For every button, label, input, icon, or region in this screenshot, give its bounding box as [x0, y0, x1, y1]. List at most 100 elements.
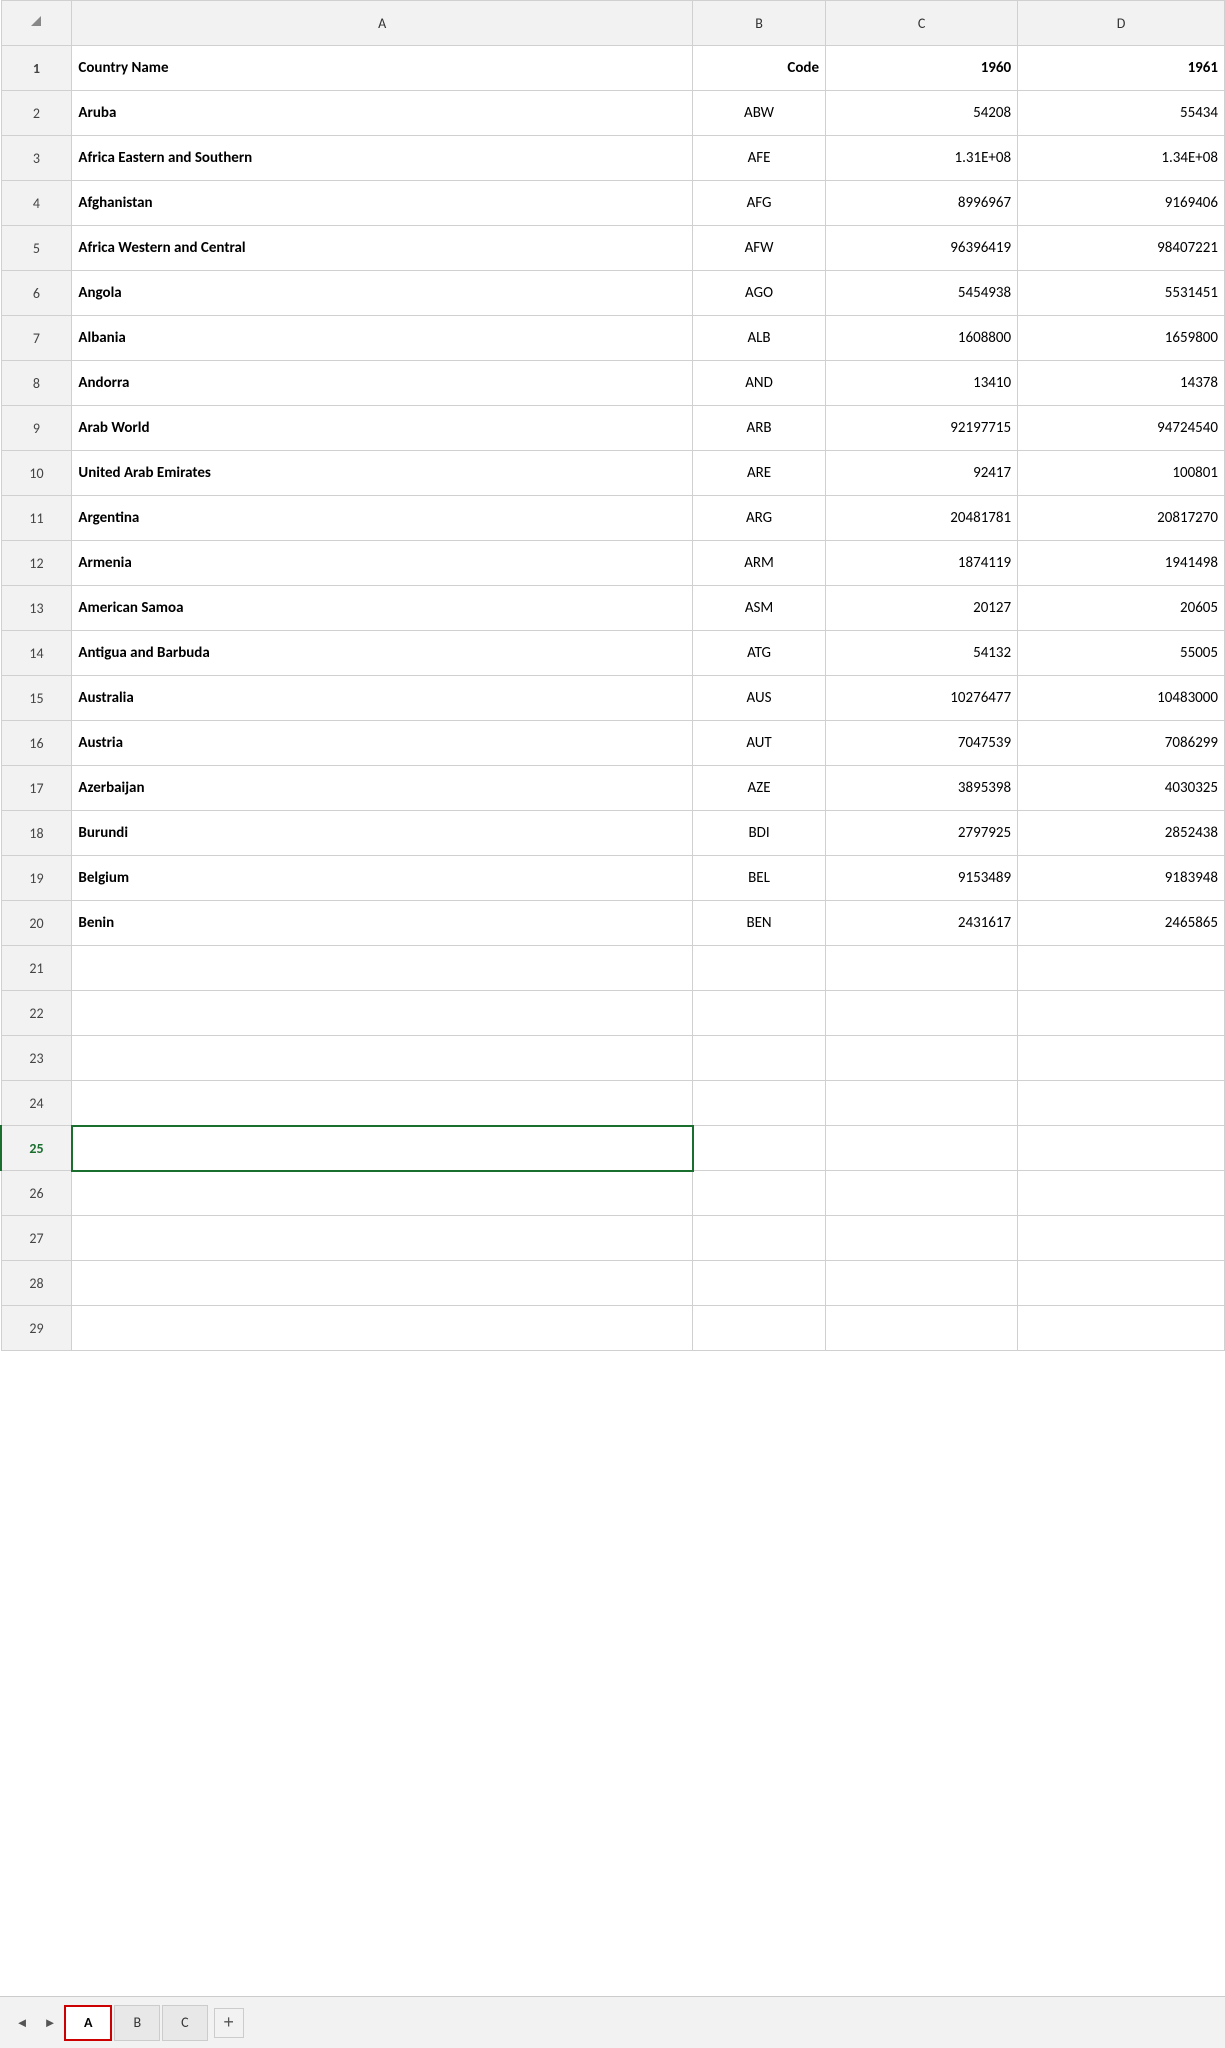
empty-cell-24-2[interactable]	[693, 1081, 826, 1126]
cell-d-20[interactable]: 2465865	[1018, 901, 1225, 946]
cell-c-3[interactable]: 1.31E+08	[826, 136, 1018, 181]
cell-b-15[interactable]: AUS	[693, 676, 826, 721]
cell-a-4[interactable]: Afghanistan	[72, 181, 693, 226]
cell-d-5[interactable]: 98407221	[1018, 226, 1225, 271]
empty-cell-21-4[interactable]	[1018, 946, 1225, 991]
empty-cell-29-1[interactable]	[72, 1306, 693, 1351]
cell-d-6[interactable]: 5531451	[1018, 271, 1225, 316]
cell-a-11[interactable]: Argentina	[72, 496, 693, 541]
cell-d-16[interactable]: 7086299	[1018, 721, 1225, 766]
empty-cell-23-2[interactable]	[693, 1036, 826, 1081]
empty-cell-24-1[interactable]	[72, 1081, 693, 1126]
cell-d-18[interactable]: 2852438	[1018, 811, 1225, 856]
cell-a-3[interactable]: Africa Eastern and Southern	[72, 136, 693, 181]
col-header-b[interactable]: B	[693, 1, 826, 46]
empty-cell-27-3[interactable]	[826, 1216, 1018, 1261]
tab-b[interactable]: B	[114, 2005, 160, 2041]
header-1961[interactable]: 1961	[1018, 46, 1225, 91]
cell-b-10[interactable]: ARE	[693, 451, 826, 496]
cell-d-17[interactable]: 4030325	[1018, 766, 1225, 811]
cell-a-12[interactable]: Armenia	[72, 541, 693, 586]
cell-a-6[interactable]: Angola	[72, 271, 693, 316]
cell-b-9[interactable]: ARB	[693, 406, 826, 451]
cell-b-17[interactable]: AZE	[693, 766, 826, 811]
cell-d-14[interactable]: 55005	[1018, 631, 1225, 676]
cell-c-18[interactable]: 2797925	[826, 811, 1018, 856]
col-header-c[interactable]: C	[826, 1, 1018, 46]
col-header-a[interactable]: A	[72, 1, 693, 46]
cell-d-19[interactable]: 9183948	[1018, 856, 1225, 901]
cell-c-9[interactable]: 92197715	[826, 406, 1018, 451]
tab-nav-next[interactable]: ►	[36, 2009, 64, 2037]
cell-b-19[interactable]: BEL	[693, 856, 826, 901]
tab-a[interactable]: A	[64, 2005, 112, 2041]
cell-d-11[interactable]: 20817270	[1018, 496, 1225, 541]
cell-b-20[interactable]: BEN	[693, 901, 826, 946]
empty-cell-29-4[interactable]	[1018, 1306, 1225, 1351]
empty-cell-28-1[interactable]	[72, 1261, 693, 1306]
cell-a-17[interactable]: Azerbaijan	[72, 766, 693, 811]
cell-b-3[interactable]: AFE	[693, 136, 826, 181]
cell-d-12[interactable]: 1941498	[1018, 541, 1225, 586]
empty-cell-26-3[interactable]	[826, 1171, 1018, 1216]
empty-cell-26-4[interactable]	[1018, 1171, 1225, 1216]
empty-cell-22-4[interactable]	[1018, 991, 1225, 1036]
cell-b-6[interactable]: AGO	[693, 271, 826, 316]
col-header-d[interactable]: D	[1018, 1, 1225, 46]
empty-cell-25-1[interactable]	[72, 1126, 693, 1171]
header-code[interactable]: Code	[693, 46, 826, 91]
empty-cell-24-3[interactable]	[826, 1081, 1018, 1126]
cell-b-18[interactable]: BDI	[693, 811, 826, 856]
empty-cell-25-4[interactable]	[1018, 1126, 1225, 1171]
cell-c-19[interactable]: 9153489	[826, 856, 1018, 901]
cell-b-5[interactable]: AFW	[693, 226, 826, 271]
cell-d-7[interactable]: 1659800	[1018, 316, 1225, 361]
cell-c-16[interactable]: 7047539	[826, 721, 1018, 766]
empty-cell-25-3[interactable]	[826, 1126, 1018, 1171]
cell-b-12[interactable]: ARM	[693, 541, 826, 586]
cell-c-14[interactable]: 54132	[826, 631, 1018, 676]
cell-a-13[interactable]: American Samoa	[72, 586, 693, 631]
cell-b-8[interactable]: AND	[693, 361, 826, 406]
empty-cell-22-2[interactable]	[693, 991, 826, 1036]
empty-cell-22-1[interactable]	[72, 991, 693, 1036]
cell-b-16[interactable]: AUT	[693, 721, 826, 766]
cell-b-7[interactable]: ALB	[693, 316, 826, 361]
cell-a-16[interactable]: Austria	[72, 721, 693, 766]
empty-cell-27-2[interactable]	[693, 1216, 826, 1261]
cell-c-15[interactable]: 10276477	[826, 676, 1018, 721]
header-1960[interactable]: 1960	[826, 46, 1018, 91]
empty-cell-28-2[interactable]	[693, 1261, 826, 1306]
empty-cell-23-4[interactable]	[1018, 1036, 1225, 1081]
cell-d-8[interactable]: 14378	[1018, 361, 1225, 406]
cell-c-20[interactable]: 2431617	[826, 901, 1018, 946]
empty-cell-23-3[interactable]	[826, 1036, 1018, 1081]
empty-cell-21-1[interactable]	[72, 946, 693, 991]
empty-cell-27-4[interactable]	[1018, 1216, 1225, 1261]
tab-add-button[interactable]: +	[214, 2008, 244, 2038]
cell-a-18[interactable]: Burundi	[72, 811, 693, 856]
cell-c-7[interactable]: 1608800	[826, 316, 1018, 361]
cell-a-15[interactable]: Australia	[72, 676, 693, 721]
cell-a-20[interactable]: Benin	[72, 901, 693, 946]
cell-b-11[interactable]: ARG	[693, 496, 826, 541]
empty-cell-24-4[interactable]	[1018, 1081, 1225, 1126]
empty-cell-29-3[interactable]	[826, 1306, 1018, 1351]
empty-cell-22-3[interactable]	[826, 991, 1018, 1036]
cell-a-7[interactable]: Albania	[72, 316, 693, 361]
tab-c[interactable]: C	[162, 2005, 207, 2041]
cell-c-10[interactable]: 92417	[826, 451, 1018, 496]
cell-d-15[interactable]: 10483000	[1018, 676, 1225, 721]
empty-cell-28-3[interactable]	[826, 1261, 1018, 1306]
cell-a-14[interactable]: Antigua and Barbuda	[72, 631, 693, 676]
cell-d-10[interactable]: 100801	[1018, 451, 1225, 496]
cell-c-2[interactable]: 54208	[826, 91, 1018, 136]
cell-b-13[interactable]: ASM	[693, 586, 826, 631]
cell-a-5[interactable]: Africa Western and Central	[72, 226, 693, 271]
cell-d-9[interactable]: 94724540	[1018, 406, 1225, 451]
cell-c-13[interactable]: 20127	[826, 586, 1018, 631]
cell-c-4[interactable]: 8996967	[826, 181, 1018, 226]
cell-b-14[interactable]: ATG	[693, 631, 826, 676]
cell-d-4[interactable]: 9169406	[1018, 181, 1225, 226]
cell-c-8[interactable]: 13410	[826, 361, 1018, 406]
